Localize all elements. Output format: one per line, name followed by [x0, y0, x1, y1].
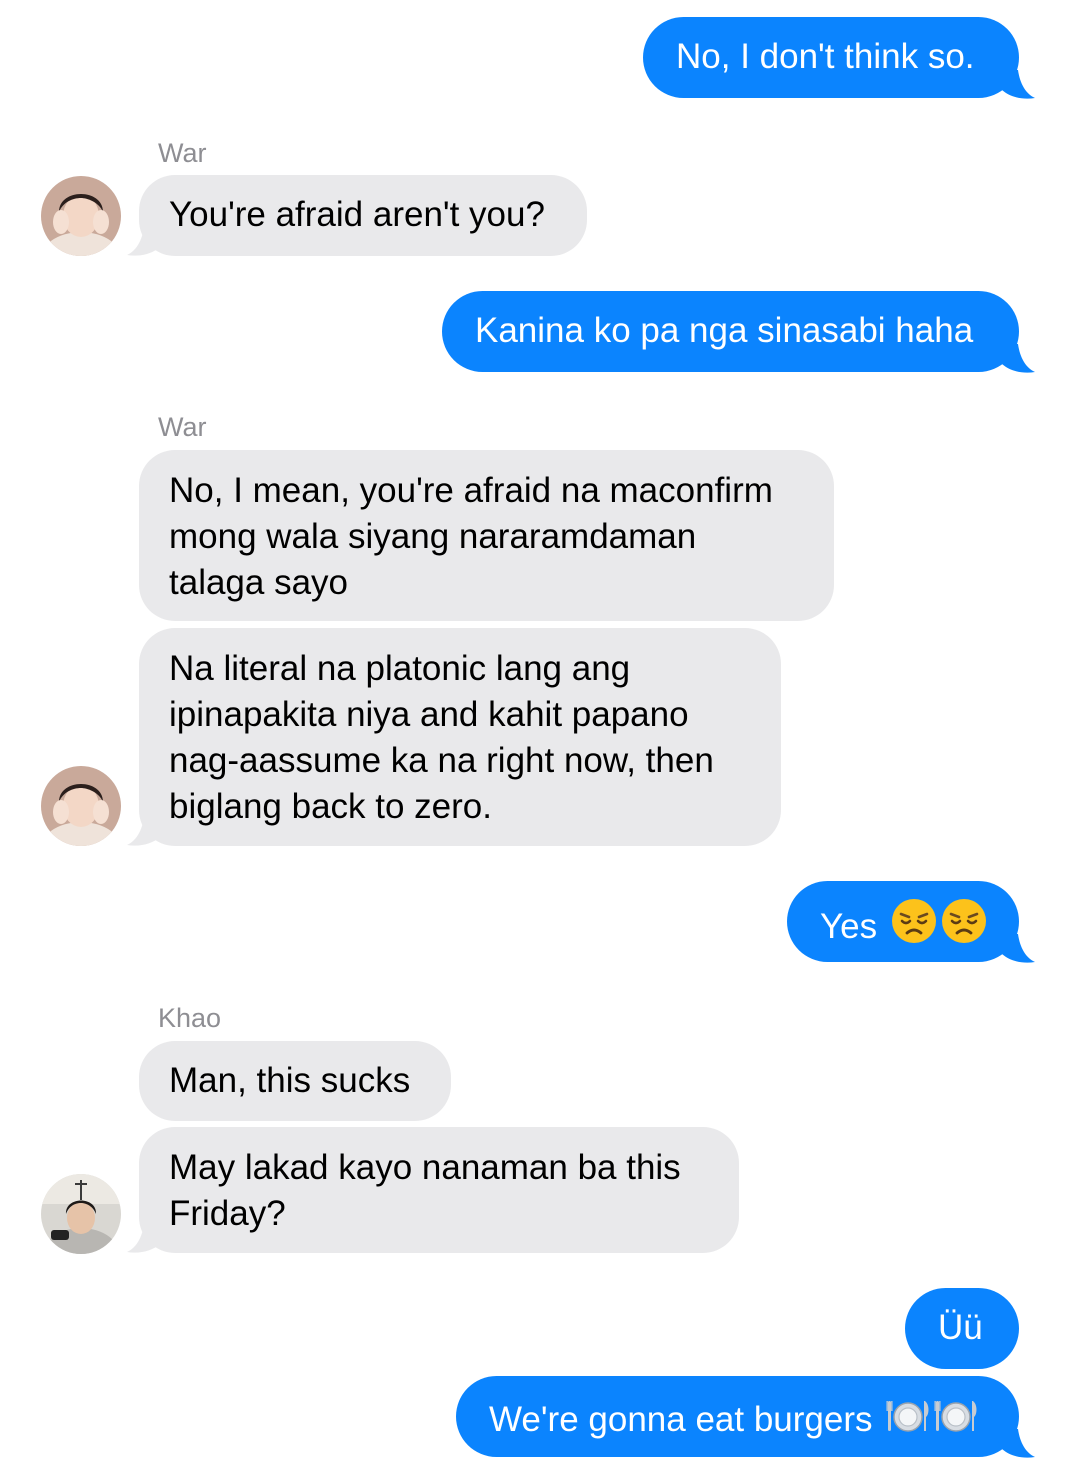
sender-name: War: [158, 412, 207, 442]
plate-with-cutlery-icon: [886, 1393, 930, 1437]
message-line: Na literal na platonic lang ang: [169, 649, 631, 688]
bubble-tail: [127, 227, 160, 256]
message-line: mong wala siyang nararamdaman: [169, 517, 697, 556]
bubble-tail: [1002, 934, 1035, 963]
avatar-war[interactable]: [41, 176, 121, 256]
message-text: Yes: [820, 907, 878, 946]
plate-with-cutlery-icon: [934, 1393, 978, 1437]
avatar-khao[interactable]: [41, 1174, 121, 1254]
sender-name: War: [158, 138, 207, 168]
message-line: May lakad kayo nanaman ba this: [169, 1148, 681, 1187]
avatar-war[interactable]: [41, 766, 121, 846]
incoming-message-bubble[interactable]: Man, this sucks: [139, 1041, 451, 1121]
incoming-message-bubble[interactable]: Na literal na platonic lang ang ipinapak…: [139, 628, 781, 846]
message-text: Kanina ko pa nga sinasabi haha: [475, 311, 974, 350]
message-line: No, I mean, you're afraid na maconfirm: [169, 471, 773, 510]
outgoing-message-bubble[interactable]: We're gonna eat burgers: [456, 1376, 1019, 1457]
bubble-tail: [127, 1224, 160, 1253]
bubble-tail: [1002, 344, 1035, 373]
message-line: ipinapakita niya and kahit papano: [169, 695, 689, 734]
message-text: We're gonna eat burgers: [489, 1400, 873, 1439]
message-text: You're afraid aren't you?: [169, 195, 545, 234]
message-text: Üü: [938, 1308, 983, 1347]
outgoing-message-bubble[interactable]: Kanina ko pa nga sinasabi haha: [442, 291, 1019, 372]
message-thread: No, I don't think so. War You're afraid …: [0, 0, 1080, 1480]
incoming-message-bubble[interactable]: No, I mean, you're afraid na maconfirm m…: [139, 450, 834, 621]
bubble-tail: [1002, 1429, 1035, 1458]
bubble-tail: [127, 817, 160, 846]
disappointed-face-icon: [891, 898, 937, 944]
bubble-tail: [1002, 70, 1035, 99]
message-line: Friday?: [169, 1194, 286, 1233]
disappointed-face-icon: [941, 898, 987, 944]
message-line: biglang back to zero.: [169, 787, 492, 826]
message-text: Man, this sucks: [169, 1061, 411, 1100]
message-line: nag-aassume ka na right now, then: [169, 741, 714, 780]
incoming-message-bubble[interactable]: You're afraid aren't you?: [139, 175, 587, 256]
message-text: No, I don't think so.: [676, 37, 975, 76]
message-line: talaga sayo: [169, 563, 349, 602]
sender-name: Khao: [158, 1003, 222, 1033]
outgoing-message-bubble[interactable]: No, I don't think so.: [643, 17, 1019, 98]
outgoing-message-bubble[interactable]: Üü: [905, 1288, 1019, 1369]
incoming-message-bubble[interactable]: May lakad kayo nanaman ba this Friday?: [139, 1127, 739, 1253]
outgoing-message-bubble[interactable]: Yes: [787, 881, 1019, 962]
